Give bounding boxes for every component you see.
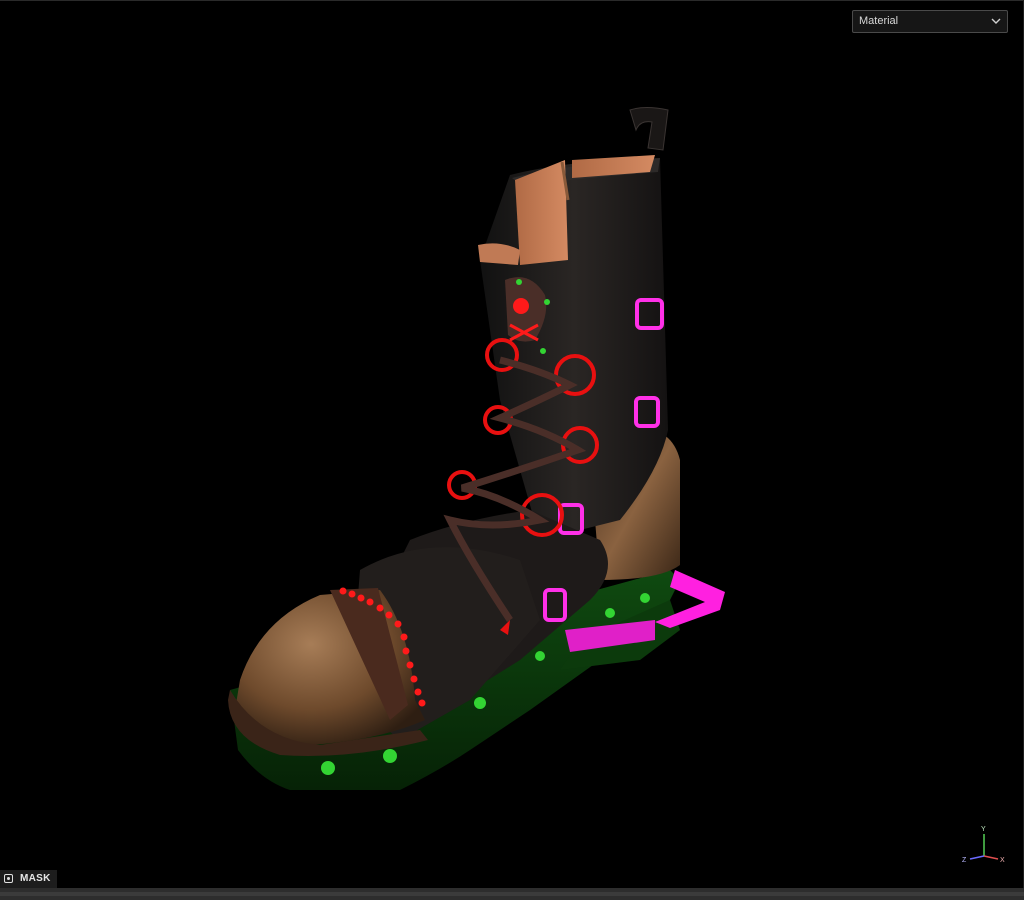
viewport-bottom-bar bbox=[0, 888, 1024, 900]
z-axis-line bbox=[969, 855, 985, 860]
boot-pull-tab bbox=[629, 107, 669, 151]
mask-icon bbox=[4, 874, 13, 883]
chevron-down-icon bbox=[991, 18, 1001, 24]
viewport-top-border bbox=[0, 0, 1024, 1]
3d-viewport[interactable]: Material MASK Y Z X bbox=[0, 0, 1024, 888]
x-axis-line bbox=[983, 855, 999, 860]
boot-model[interactable] bbox=[200, 100, 760, 800]
z-axis-label: Z bbox=[962, 857, 967, 864]
axis-gizmo: Y Z X bbox=[962, 826, 1005, 864]
shading-mode-value: Material bbox=[859, 15, 899, 27]
mask-label: MASK bbox=[20, 873, 51, 884]
x-axis-label: X bbox=[1000, 857, 1005, 864]
bottom-scrollbar-track bbox=[0, 892, 1024, 896]
mask-toggle-button[interactable]: MASK bbox=[0, 870, 57, 888]
shading-mode-dropdown[interactable]: Material bbox=[852, 10, 1008, 33]
boot-shaft bbox=[478, 155, 668, 540]
y-axis-label: Y bbox=[981, 826, 986, 833]
